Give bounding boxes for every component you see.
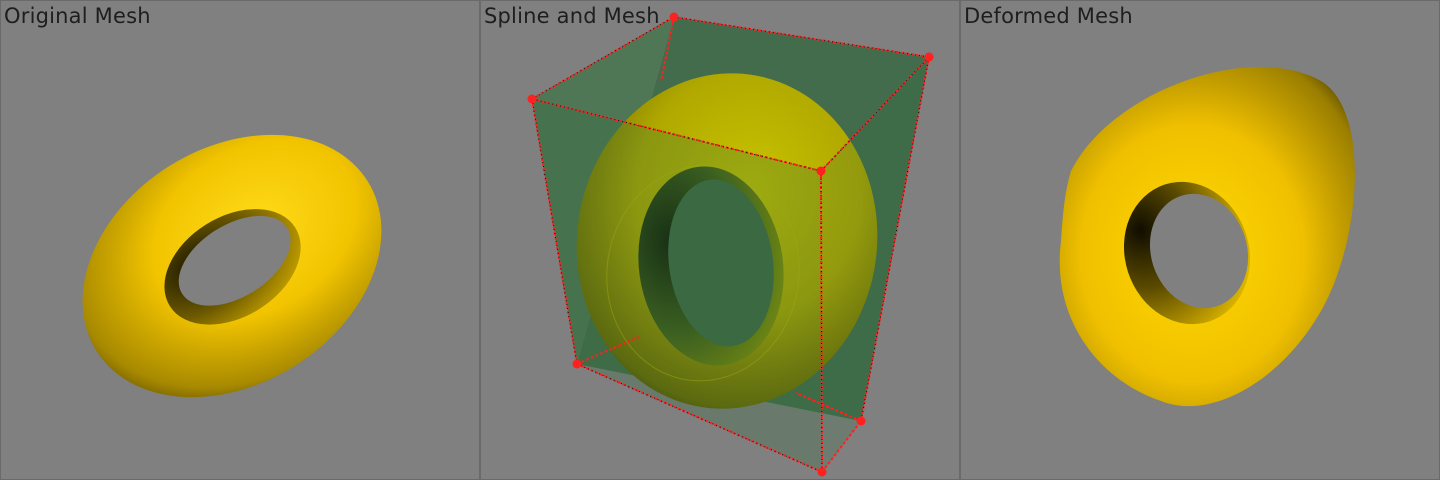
original-mesh-canvas — [82, 134, 382, 398]
viewport-spline-and-mesh[interactable]: Spline and Mesh — [480, 0, 960, 480]
deformed-mesh-canvas — [1059, 66, 1355, 407]
viewport-title: Spline and Mesh — [484, 4, 660, 28]
cage-edge — [820, 170, 823, 473]
viewport-original-mesh[interactable]: Original Mesh — [0, 0, 480, 480]
viewport-title: Deformed Mesh — [964, 4, 1133, 28]
mesh-viewer: Original Mesh Spline and Mesh Deformed M… — [0, 0, 1440, 480]
control-point[interactable] — [817, 467, 827, 477]
viewport-deformed-mesh[interactable]: Deformed Mesh — [960, 0, 1440, 480]
control-point[interactable] — [924, 52, 934, 62]
control-point[interactable] — [816, 166, 826, 176]
control-point[interactable] — [856, 416, 866, 426]
viewport-title: Original Mesh — [4, 4, 151, 28]
torus-mesh-deformed — [1059, 66, 1355, 407]
control-point[interactable] — [572, 359, 582, 369]
spline-mesh-canvas — [527, 12, 934, 477]
control-point[interactable] — [527, 94, 537, 104]
torus-mesh-original — [82, 134, 382, 398]
control-point[interactable] — [669, 12, 679, 22]
